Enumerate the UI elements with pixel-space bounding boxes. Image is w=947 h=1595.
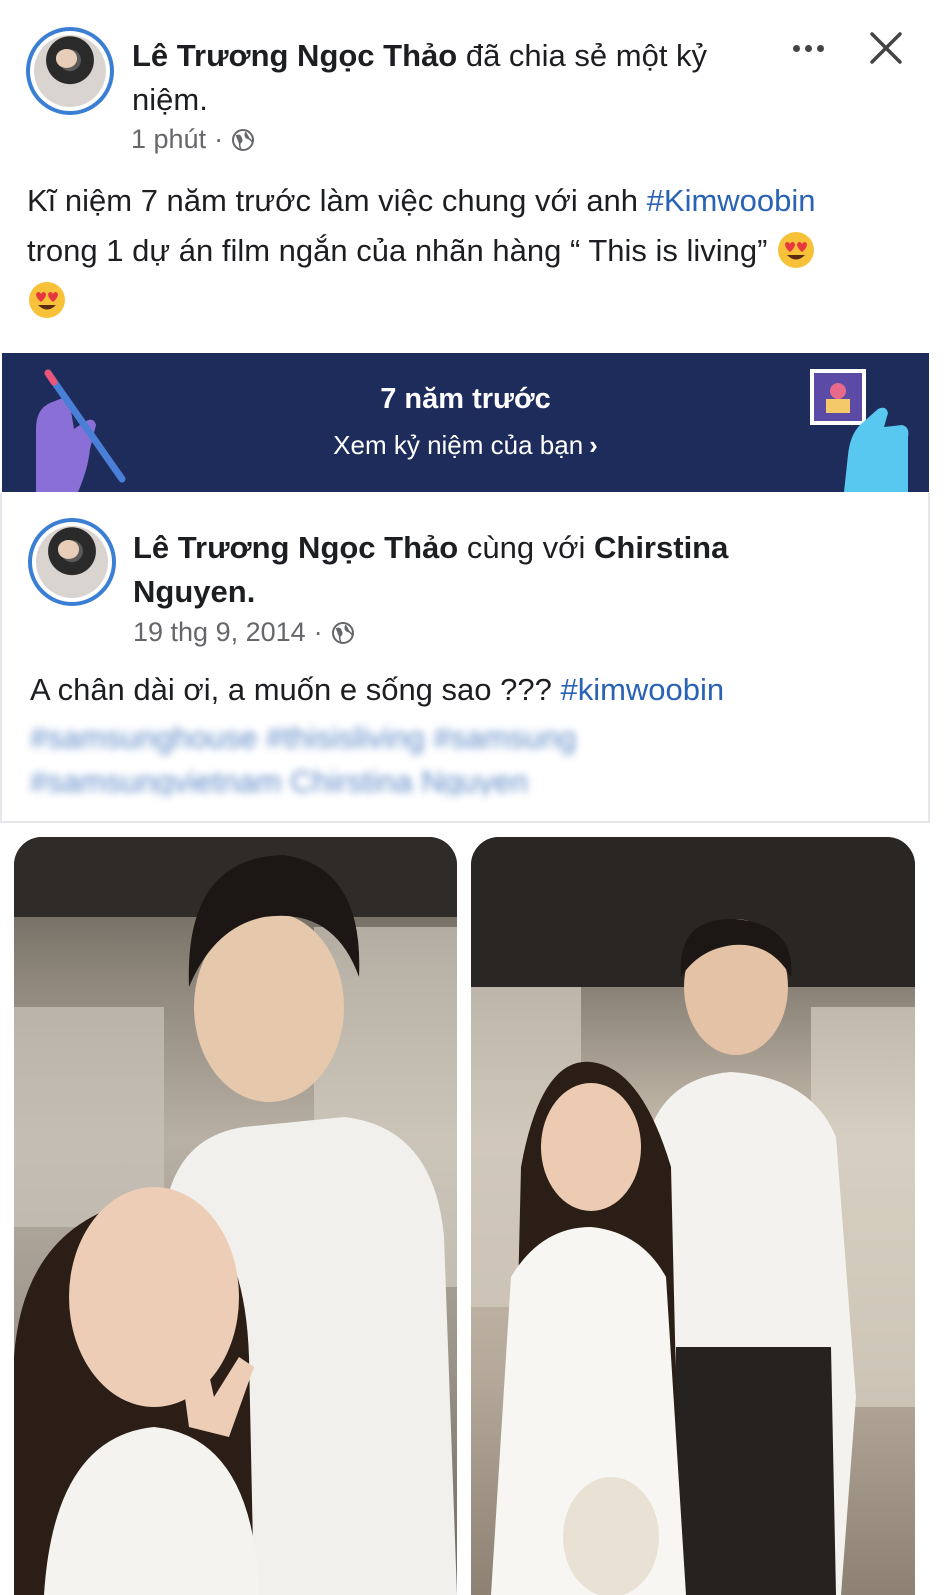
memory-title: 7 năm trước [380,383,551,415]
avatar-image [36,526,108,598]
meta-separator: · [214,124,224,154]
blurred-line: #samsunghouse #thisisliving #samsung [30,720,577,755]
blurred-hashtags: #samsunghouse #thisisliving #samsung #sa… [30,716,670,796]
globe-icon [331,621,354,644]
post-text: Kĩ niệm 7 năm trước làm việc chung với a… [27,176,907,326]
post-meta: 1 phút · [131,124,255,155]
avatar-image [34,35,106,107]
shared-author-avatar[interactable] [28,518,116,606]
author-name[interactable]: Lê Trương Ngọc Thảo [132,38,457,73]
chevron-right-icon: › [589,430,598,460]
post-header: Lê Trương Ngọc Thảo đã chia sẻ một kỷ ni… [0,0,947,170]
memory-banner[interactable]: 7 năm trước Xem kỷ niệm của bạn › [2,353,929,492]
shared-caption: A chân dài ơi, a muốn e sống sao ??? #ki… [30,668,890,712]
with-text: cùng với [458,530,594,565]
photo-content [471,837,915,1595]
heart-eyes-emoji-icon [778,231,815,268]
hashtag-link[interactable]: #kimwoobin [560,672,724,707]
post-timestamp[interactable]: 1 phút [131,124,206,155]
author-avatar[interactable] [26,27,114,115]
photo-selfie[interactable] [14,837,457,1595]
hashtag-link[interactable]: #Kimwoobin [647,183,816,218]
shared-author-name[interactable]: Lê Trương Ngọc Thảo [133,530,458,565]
hand-photo-icon [810,369,909,492]
meta-separator: · [313,617,323,647]
view-memories-label: Xem kỷ niệm của bạn [333,430,584,460]
post-text-line1: Kĩ niệm 7 năm trước làm việc chung với a… [27,183,647,218]
photo-content [14,837,457,1595]
close-icon[interactable] [866,28,906,68]
view-memories-link[interactable]: Xem kỷ niệm của bạn › [2,430,929,461]
heart-eyes-emoji-icon [29,281,65,318]
period: . [246,574,256,609]
globe-icon [232,128,255,151]
blurred-line: #samsungvietnam Chirstina Nguyen [30,764,528,796]
post-text-line2: trong 1 dự án film ngắn của nhãn hàng “ … [27,233,768,268]
shared-post-header: Lê Trương Ngọc Thảo cùng với Chirstina N… [133,526,833,614]
shared-post-date[interactable]: 19 thg 9, 2014 [133,617,306,648]
shared-post-meta: 19 thg 9, 2014 · [133,617,355,648]
shared-caption-text: A chân dài ơi, a muốn e sống sao ??? [30,672,561,707]
more-options-icon[interactable] [786,30,830,66]
photo-standing[interactable] [471,837,915,1595]
post-header-text: Lê Trương Ngọc Thảo đã chia sẻ một kỷ ni… [132,34,752,122]
